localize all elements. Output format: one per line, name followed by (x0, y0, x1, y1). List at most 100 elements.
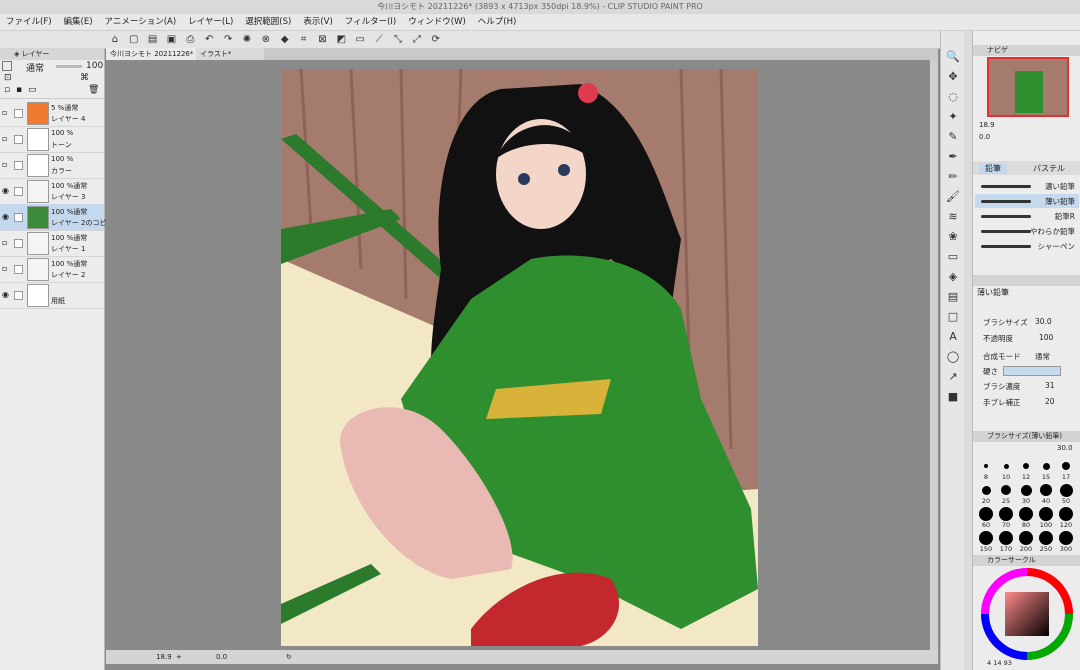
color-wheel[interactable] (981, 568, 1073, 660)
layer-row[interactable]: ▫ 5 %通常 レイヤー 4 (0, 100, 104, 127)
brush-size-dot[interactable] (1023, 463, 1029, 469)
visibility-icon[interactable]: ◉ (2, 186, 10, 195)
layer-lock-checkbox[interactable] (14, 109, 23, 118)
brush-size-dot[interactable] (999, 507, 1013, 521)
save-icon[interactable]: ▣ (165, 33, 179, 46)
document-tab-2[interactable]: イラスト* (196, 48, 264, 60)
loading-icon[interactable]: ✺ (240, 33, 254, 46)
brush-size-dot[interactable] (1059, 483, 1073, 497)
brush-size-dot[interactable] (984, 464, 988, 468)
navigator-zoom[interactable]: 18.9 (979, 121, 995, 129)
new-layer-icon[interactable]: ▫ (4, 85, 10, 95)
visibility-icon[interactable]: ▫ (2, 160, 10, 169)
auto-select-tool-icon[interactable]: ✦ (945, 109, 961, 125)
home-icon[interactable]: ⌂ (108, 33, 122, 46)
new-folder-icon[interactable]: ▭ (28, 85, 37, 95)
menu-animation[interactable]: アニメーション(A) (99, 14, 183, 30)
brush-item[interactable]: やわらか鉛筆 (975, 224, 1079, 238)
layer-lock-checkbox[interactable] (14, 291, 23, 300)
layer-row[interactable]: ▫ 100 %通常 レイヤー 2 (0, 256, 104, 283)
visibility-icon[interactable]: ▫ (2, 134, 10, 143)
layer-panel-tab[interactable]: ◈ レイヤー (0, 48, 104, 60)
magnifier-tool-icon[interactable]: 🔍 (945, 49, 961, 65)
saturation-value-square[interactable] (1005, 592, 1049, 636)
layer-row[interactable]: ◉ 100 %通常 レイヤー 3 (0, 178, 104, 205)
new-vector-layer-icon[interactable]: ▪ (16, 85, 22, 95)
visibility-icon[interactable]: ◉ (2, 290, 10, 299)
transform-icon[interactable]: ⌗ (297, 33, 311, 46)
layer-lock-checkbox[interactable] (14, 187, 23, 196)
fill-icon[interactable]: ◆ (278, 33, 292, 46)
menu-filter[interactable]: フィルター(I) (339, 14, 402, 30)
visibility-icon[interactable]: ▫ (2, 238, 10, 247)
grid-snap-icon[interactable]: ⤢ (410, 33, 424, 46)
open-file-icon[interactable]: ▤ (146, 33, 160, 46)
lock-icon[interactable]: ⊡ (4, 73, 12, 83)
brush-size-dot[interactable] (979, 507, 993, 521)
stabilization-value[interactable]: 20 (1045, 397, 1055, 406)
brush-size-value[interactable]: 30.0 (1035, 317, 1052, 326)
invert-selection-icon[interactable]: ◩ (334, 33, 348, 46)
decoration-tool-icon[interactable]: ❀ (945, 229, 961, 245)
layer-lock-checkbox[interactable] (14, 161, 23, 170)
menu-selection[interactable]: 選択範囲(S) (239, 14, 297, 30)
brush-size-dot[interactable] (1003, 463, 1009, 469)
brush-size-dot[interactable] (981, 485, 991, 495)
brush-size-dot[interactable] (1039, 507, 1053, 521)
pen-tool-icon[interactable]: ✒ (945, 149, 961, 165)
layer-row[interactable]: ◉ 100 %通常 レイヤー 2のコピー (0, 204, 113, 231)
navigator-header[interactable]: ナビゲ (973, 45, 1080, 56)
opacity-slider[interactable] (56, 65, 82, 68)
brush-size-dot[interactable] (999, 531, 1013, 545)
brush-tool-icon[interactable]: 🖌 (945, 189, 961, 205)
pencil-tool-icon[interactable]: ✏ (945, 169, 961, 185)
clear-icon[interactable]: ⊗ (259, 33, 273, 46)
menu-view[interactable]: 表示(V) (297, 14, 338, 30)
zoom-in-icon[interactable]: + (176, 650, 182, 664)
brush-size-dot[interactable] (1062, 462, 1070, 470)
canvas-scrollbar[interactable] (930, 60, 938, 650)
ref-layer-icon[interactable]: ⌘ (80, 73, 89, 83)
layer-row[interactable]: ◉ 用紙 (0, 282, 104, 309)
brush-size-dot[interactable] (1039, 531, 1053, 545)
menu-help[interactable]: ヘルプ(H) (472, 14, 523, 30)
rotation-value[interactable]: 0.0 (216, 650, 227, 664)
menu-file[interactable]: ファイル(F) (0, 14, 58, 30)
layer-lock-checkbox[interactable] (14, 239, 23, 248)
visibility-icon[interactable]: ▫ (2, 108, 10, 117)
brush-size-dot[interactable] (1001, 485, 1011, 495)
crop-icon[interactable]: ▭ (353, 33, 367, 46)
guide-icon[interactable]: ⟳ (429, 33, 443, 46)
color-swatch-tool-icon[interactable]: ■ (945, 389, 961, 405)
brush-size-dot[interactable] (979, 531, 993, 545)
reset-rotation-icon[interactable]: ↻ (286, 650, 292, 664)
special-ruler-snap-icon[interactable]: ⤡ (391, 33, 405, 46)
text-tool-icon[interactable]: A (945, 329, 961, 345)
document-tab[interactable]: 今川ヨシモト 20211226* (106, 48, 206, 60)
tab-pencil[interactable]: 鉛筆 (979, 163, 1007, 174)
new-file-icon[interactable]: ▢ (127, 33, 141, 46)
brush-size-dot[interactable] (1020, 484, 1032, 496)
eyedropper-tool-icon[interactable]: ✎ (945, 129, 961, 145)
brush-size-dot[interactable] (1040, 484, 1052, 496)
brush-item[interactable]: 濃い鉛筆 (975, 179, 1079, 193)
print-icon[interactable]: ⎙ (183, 33, 197, 46)
tab-pastel[interactable]: パステル (1033, 163, 1065, 174)
artwork-canvas[interactable] (281, 69, 758, 646)
navigator-angle[interactable]: 0.0 (979, 133, 990, 141)
ruler-snap-icon[interactable]: ⟋ (372, 33, 386, 46)
brush-item[interactable]: 薄い鉛筆 (975, 194, 1079, 208)
eraser-tool-icon[interactable]: ▭ (945, 249, 961, 265)
layer-lock-checkbox[interactable] (14, 135, 23, 144)
menu-edit[interactable]: 編集(E) (58, 14, 99, 30)
brush-size-dot[interactable] (1019, 507, 1033, 521)
zoom-value[interactable]: 18.9 (156, 650, 172, 664)
lasso-tool-icon[interactable]: ◌ (945, 89, 961, 105)
visibility-icon[interactable]: ◉ (2, 212, 10, 221)
opacity-value[interactable]: 100 (1039, 333, 1053, 342)
move-tool-icon[interactable]: ✥ (945, 69, 961, 85)
redo-icon[interactable]: ↷ (221, 33, 235, 46)
layer-lock-checkbox[interactable] (14, 265, 23, 274)
layer-row[interactable]: ▫ 100 %通常 レイヤー 1 (0, 230, 104, 257)
layer-row[interactable]: ▫ 100 % カラー (0, 152, 104, 179)
